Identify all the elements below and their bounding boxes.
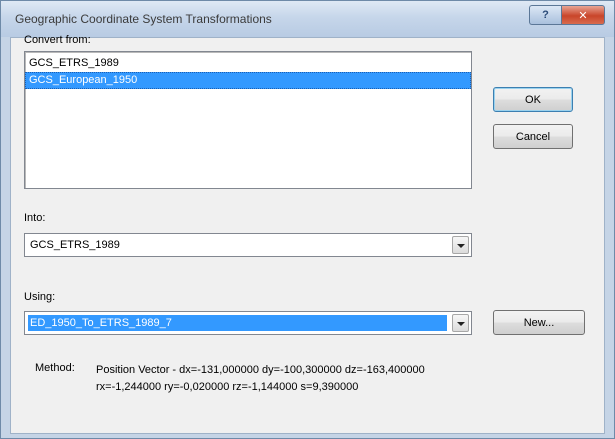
cancel-button[interactable]: Cancel — [493, 124, 573, 149]
window-title: Geographic Coordinate System Transformat… — [15, 12, 272, 26]
method-label: Method: — [35, 362, 75, 374]
convert-from-list[interactable]: GCS_ETRS_1989 GCS_European_1950 — [24, 51, 472, 189]
into-value: GCS_ETRS_1989 — [30, 239, 120, 251]
new-transformation-button[interactable]: New... — [493, 310, 585, 335]
list-item-gcs-european-1950[interactable]: GCS_European_1950 — [25, 72, 471, 89]
chevron-down-icon[interactable] — [452, 236, 469, 254]
into-combobox[interactable]: GCS_ETRS_1989 — [24, 233, 472, 257]
into-label: Into: — [24, 212, 46, 224]
help-icon: ? — [542, 9, 549, 21]
ok-button[interactable]: OK — [493, 87, 573, 112]
chevron-down-icon[interactable] — [452, 314, 469, 332]
method-description: Position Vector - dx=-131,000000 dy=-100… — [96, 362, 425, 396]
using-label: Using: — [24, 291, 56, 303]
help-button[interactable]: ? — [529, 5, 561, 25]
list-item-gcs-etrs-1989[interactable]: GCS_ETRS_1989 — [25, 55, 471, 72]
convert-from-label: Convert from: — [24, 34, 91, 46]
close-icon: ✕ — [578, 9, 588, 22]
using-combobox[interactable]: ED_1950_To_ETRS_1989_7 — [24, 311, 472, 335]
close-button[interactable]: ✕ — [561, 5, 605, 25]
method-line-1: Position Vector - dx=-131,000000 dy=-100… — [96, 364, 425, 376]
using-value: ED_1950_To_ETRS_1989_7 — [28, 315, 447, 331]
transformations-dialog: Geographic Coordinate System Transformat… — [0, 0, 615, 439]
method-line-2: rx=-1,244000 ry=-0,020000 rz=-1,144000 s… — [96, 381, 359, 393]
title-bar[interactable]: Geographic Coordinate System Transformat… — [1, 1, 614, 37]
